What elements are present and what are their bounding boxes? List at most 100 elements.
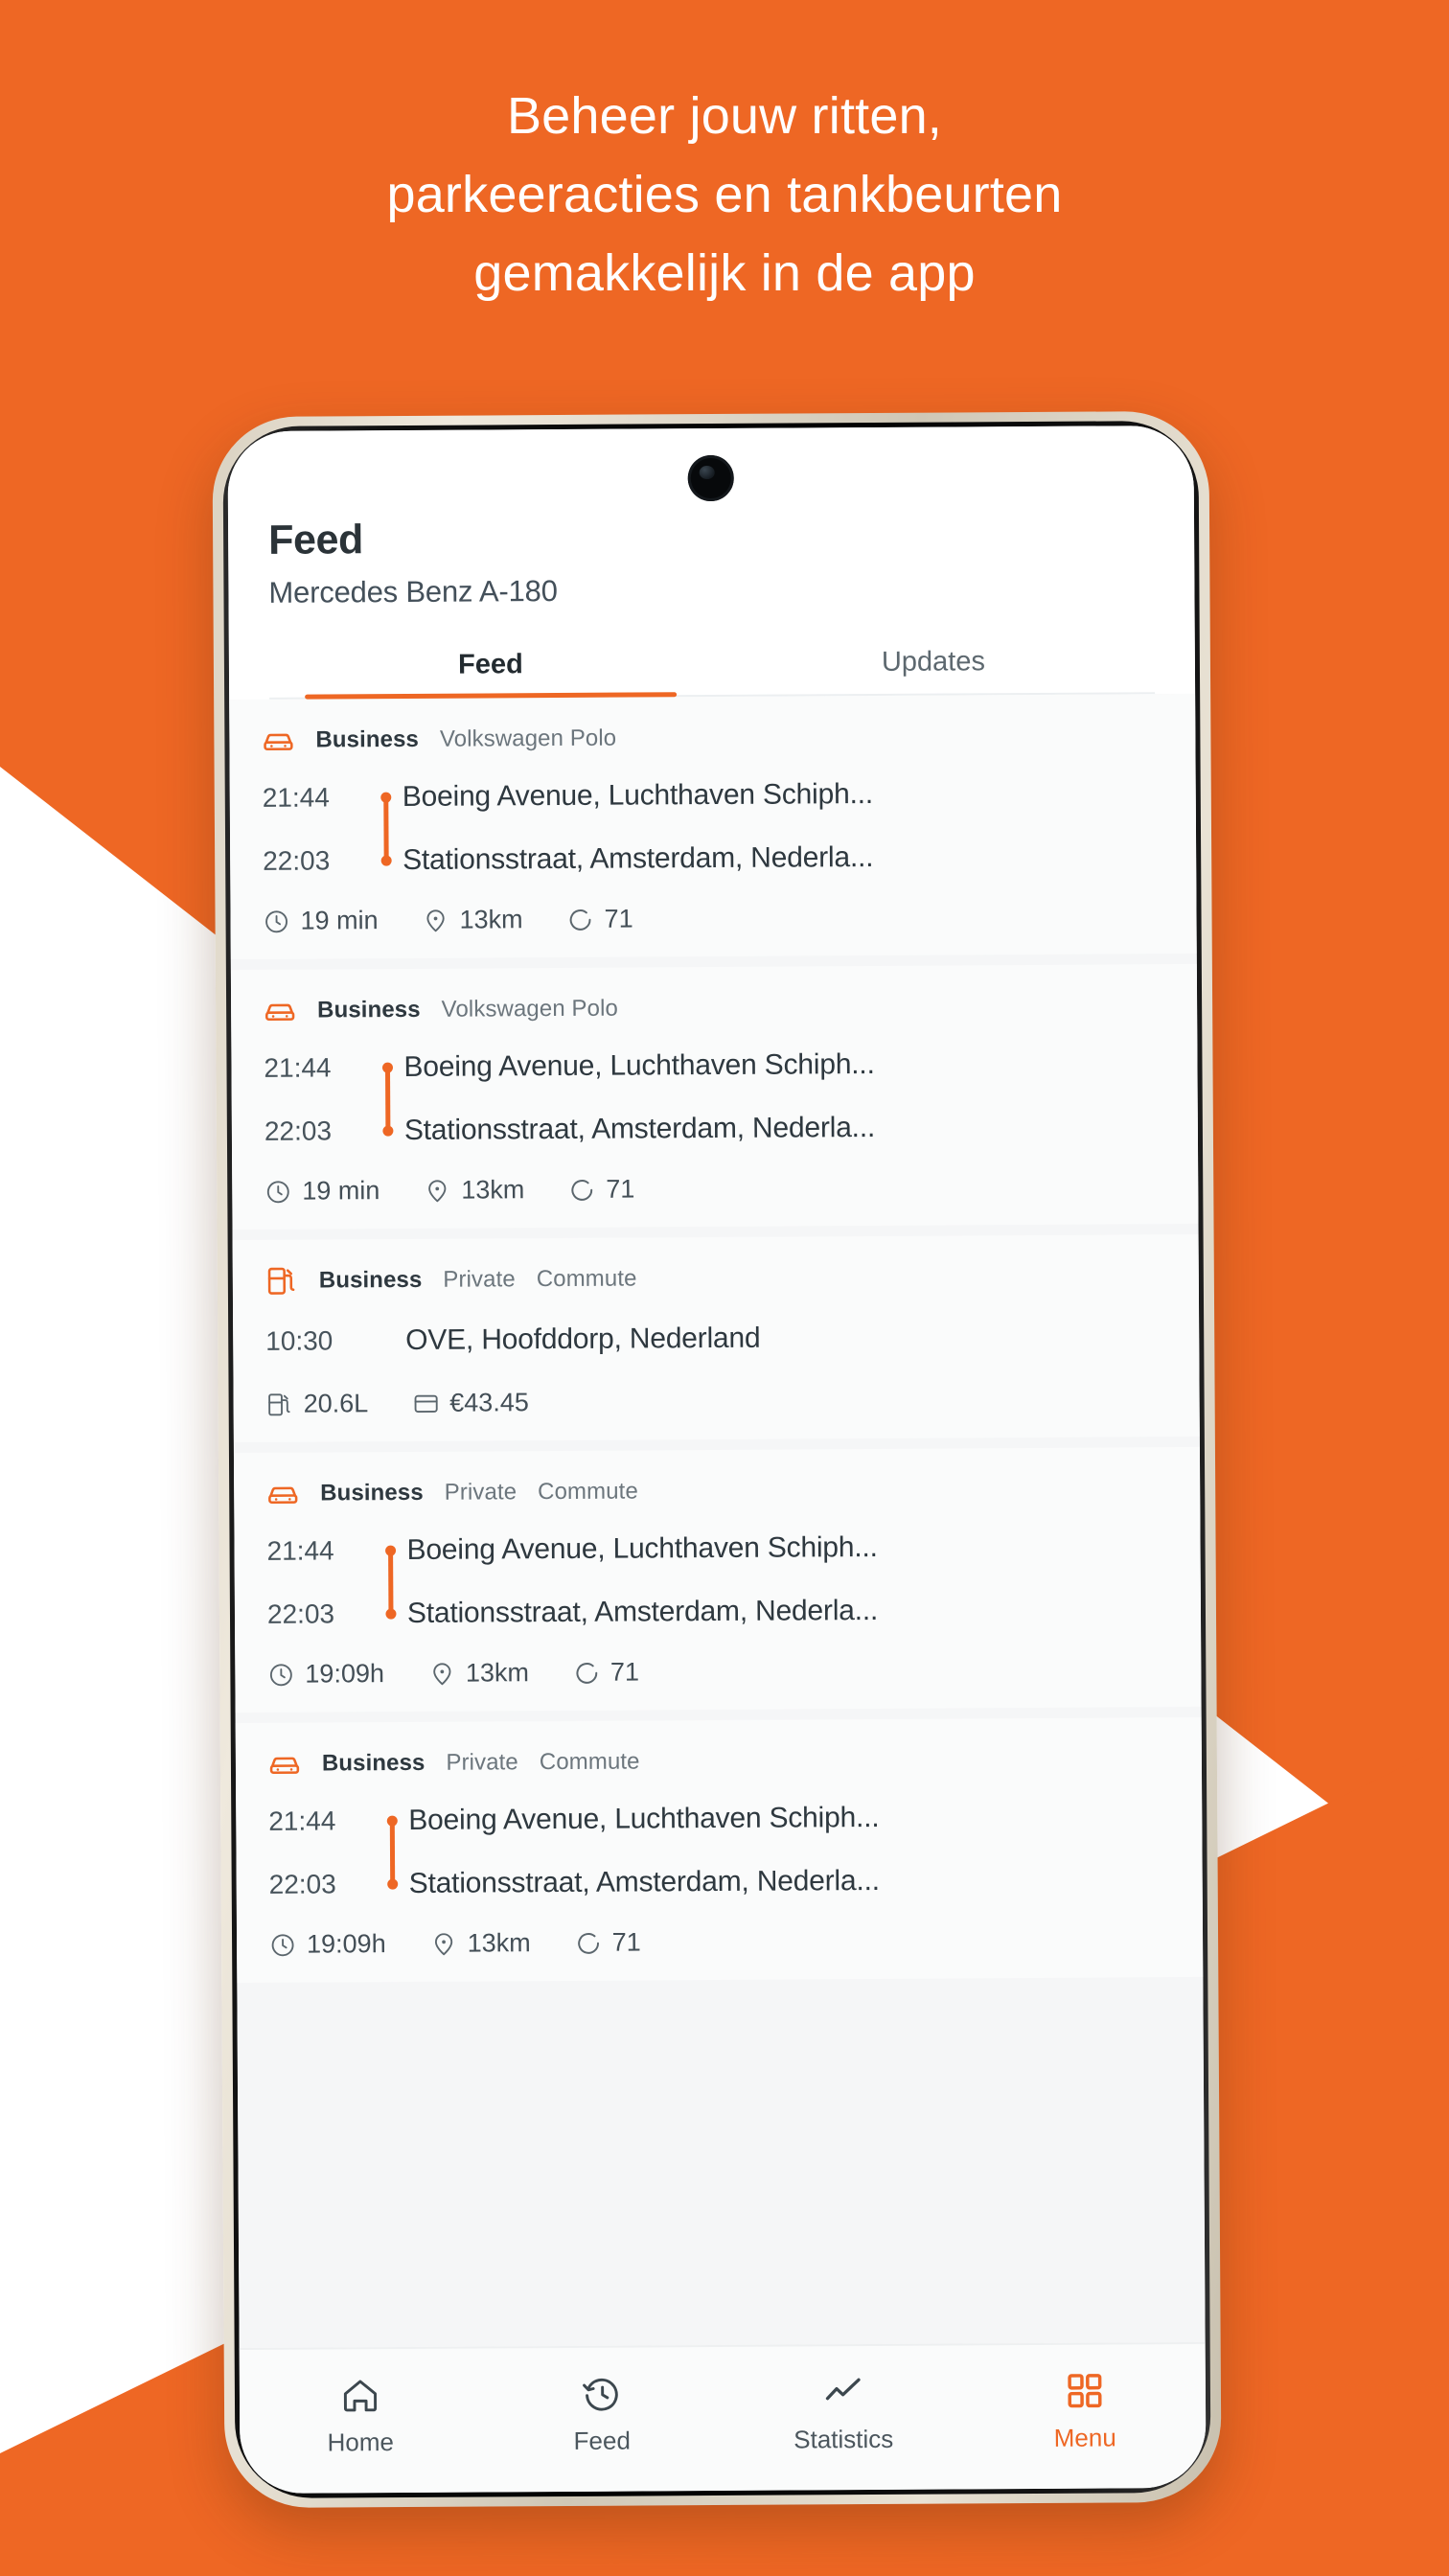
route-dot-start bbox=[385, 1545, 397, 1556]
trip-route: 21:44 Boeing Avenue, Luchthaven Schiph..… bbox=[263, 761, 1164, 893]
route-dot-end bbox=[387, 1878, 399, 1890]
map-pin-icon bbox=[432, 1662, 451, 1685]
phone-screen: Feed Mercedes Benz A-180 Feed Updates Bu… bbox=[227, 425, 1207, 2495]
route-dot-end bbox=[380, 855, 392, 866]
trip-end-address: Stationsstraat, Amsterdam, Nederla... bbox=[408, 1864, 880, 1899]
feed-card-trip[interactable]: Business Volkswagen Polo 21:44 Boeing Av… bbox=[229, 693, 1197, 960]
car-icon bbox=[264, 733, 293, 751]
route-rail bbox=[370, 829, 402, 892]
stat-distance: 13km bbox=[424, 1175, 524, 1206]
stat-duration: 19:09h bbox=[267, 1659, 384, 1690]
headline-line-2: parkeeracties en tankbeurten bbox=[386, 166, 1063, 223]
score-gauge-icon bbox=[577, 1932, 599, 1954]
nav-item-home[interactable]: Home bbox=[240, 2373, 482, 2458]
clock-icon bbox=[271, 1933, 294, 1956]
tab-bar: Feed Updates bbox=[268, 645, 1156, 700]
tag-label: Business bbox=[321, 1749, 426, 1777]
stat-score: 71 bbox=[575, 1927, 641, 1957]
route-rail bbox=[376, 1789, 408, 1885]
car-icon bbox=[268, 1486, 298, 1505]
stat-value: 13km bbox=[467, 1928, 531, 1958]
fuel-time: 10:30 bbox=[265, 1325, 334, 1356]
stat-value: 13km bbox=[461, 1175, 525, 1205]
tag-label: Commute bbox=[538, 1478, 638, 1506]
tag-label: Volkswagen Polo bbox=[441, 995, 619, 1023]
route-dot-start bbox=[380, 792, 392, 803]
route-dot-start bbox=[381, 1062, 394, 1073]
route-dot-end bbox=[385, 1608, 397, 1620]
front-camera-icon bbox=[687, 454, 734, 502]
trip-stats-row: 19 min 13km 71 bbox=[264, 1171, 1165, 1207]
route-dot-end bbox=[382, 1125, 394, 1137]
grid-menu-icon bbox=[1068, 2373, 1102, 2407]
nav-item-menu[interactable]: Menu bbox=[964, 2368, 1207, 2453]
stat-value: 13km bbox=[459, 905, 523, 934]
stat-value: 13km bbox=[465, 1658, 530, 1688]
trip-end-address: Stationsstraat, Amsterdam, Nederla... bbox=[406, 1594, 879, 1629]
nav-item-statistics[interactable]: Statistics bbox=[723, 2370, 965, 2455]
car-icon bbox=[264, 1003, 295, 1022]
trip-start-address: Boeing Avenue, Luchthaven Schiph... bbox=[408, 1801, 880, 1836]
tag-label: Business bbox=[317, 996, 421, 1024]
trip-end-address: Stationsstraat, Amsterdam, Nederla... bbox=[403, 1111, 876, 1146]
clock-icon bbox=[265, 909, 288, 932]
feed-card-trip[interactable]: Business Private Commute 21:44 Boeing Av… bbox=[233, 1446, 1202, 1714]
nav-item-feed[interactable]: Feed bbox=[481, 2371, 724, 2456]
card-tag-row: Business Volkswagen Polo bbox=[264, 989, 1164, 1027]
trip-start-time: 21:44 bbox=[268, 1806, 336, 1836]
nav-label: Feed bbox=[573, 2426, 631, 2455]
vehicle-subtitle: Mercedes Benz A-180 bbox=[268, 573, 558, 610]
stat-value: €43.45 bbox=[449, 1388, 529, 1417]
tag-label: Commute bbox=[536, 1265, 637, 1293]
feed-list[interactable]: Business Volkswagen Polo 21:44 Boeing Av… bbox=[229, 693, 1206, 2349]
stat-value: 71 bbox=[604, 904, 633, 933]
stat-value: 71 bbox=[606, 1174, 635, 1204]
nav-label: Menu bbox=[1053, 2422, 1116, 2452]
card-tag-row: Business Private Commute bbox=[268, 1742, 1169, 1781]
route-rail bbox=[375, 1582, 407, 1645]
nav-label: Home bbox=[327, 2426, 395, 2457]
card-tag-row: Business Private Commute bbox=[265, 1259, 1166, 1298]
feed-card-trip[interactable]: Business Private Commute 21:44 Boeing Av… bbox=[235, 1716, 1204, 1984]
trip-route: 21:44 Boeing Avenue, Luchthaven Schiph..… bbox=[266, 1514, 1168, 1646]
tag-label: Business bbox=[315, 725, 420, 753]
bottom-navigation: Home Feed Statistics Menu bbox=[239, 2341, 1207, 2495]
history-clock-icon bbox=[583, 2378, 618, 2411]
tag-label: Private bbox=[443, 1266, 516, 1293]
credit-card-icon bbox=[414, 1394, 438, 1413]
feed-card-trip[interactable]: Business Volkswagen Polo 21:44 Boeing Av… bbox=[230, 963, 1199, 1230]
card-tag-row: Business Private Commute bbox=[266, 1472, 1167, 1510]
trip-start-time: 21:44 bbox=[264, 1052, 332, 1083]
stat-value: 19 min bbox=[300, 906, 379, 935]
trip-start-time: 21:44 bbox=[262, 782, 330, 813]
clock-icon bbox=[266, 1180, 289, 1203]
stat-duration: 19:09h bbox=[269, 1929, 386, 1960]
trip-end-time: 22:03 bbox=[268, 1869, 336, 1899]
line-chart-icon bbox=[825, 2378, 861, 2400]
tab-updates[interactable]: Updates bbox=[712, 645, 1155, 695]
stat-value: 19:09h bbox=[305, 1659, 385, 1689]
stat-value: 71 bbox=[610, 1657, 640, 1687]
stat-value: 19:09h bbox=[306, 1929, 386, 1959]
tag-label: Business bbox=[320, 1479, 424, 1506]
tag-label: Private bbox=[444, 1479, 518, 1506]
trip-end-time: 22:03 bbox=[264, 1116, 333, 1146]
tab-feed[interactable]: Feed bbox=[269, 648, 712, 698]
trip-start-address: Boeing Avenue, Luchthaven Schiph... bbox=[406, 1530, 878, 1566]
stat-fuel-amount: €43.45 bbox=[412, 1388, 529, 1418]
nav-label: Statistics bbox=[794, 2424, 894, 2454]
tag-label: Volkswagen Polo bbox=[439, 724, 617, 752]
home-icon bbox=[343, 2380, 378, 2411]
trip-stats-row: 19:09h 13km 71 bbox=[269, 1924, 1170, 1960]
trip-end-row: 22:03 Stationsstraat, Amsterdam, Nederla… bbox=[269, 1848, 1170, 1917]
feed-card-fuel[interactable]: Business Private Commute 10:30 OVE, Hoof… bbox=[232, 1233, 1200, 1443]
trip-end-time: 22:03 bbox=[263, 845, 331, 876]
stat-fuel-volume: 20.6L bbox=[266, 1389, 369, 1419]
trip-stats-row: 19:09h 13km 71 bbox=[267, 1654, 1168, 1690]
page-headline: Beheer jouw ritten, parkeeracties en tan… bbox=[0, 77, 1449, 312]
route-rail bbox=[374, 1519, 406, 1615]
fuel-stats-row: 20.6L €43.45 bbox=[266, 1384, 1167, 1419]
stat-distance: 13km bbox=[430, 1928, 531, 1959]
stat-score: 71 bbox=[568, 1175, 634, 1205]
trip-start-row: 21:44 Boeing Avenue, Luchthaven Schiph..… bbox=[266, 1514, 1167, 1615]
